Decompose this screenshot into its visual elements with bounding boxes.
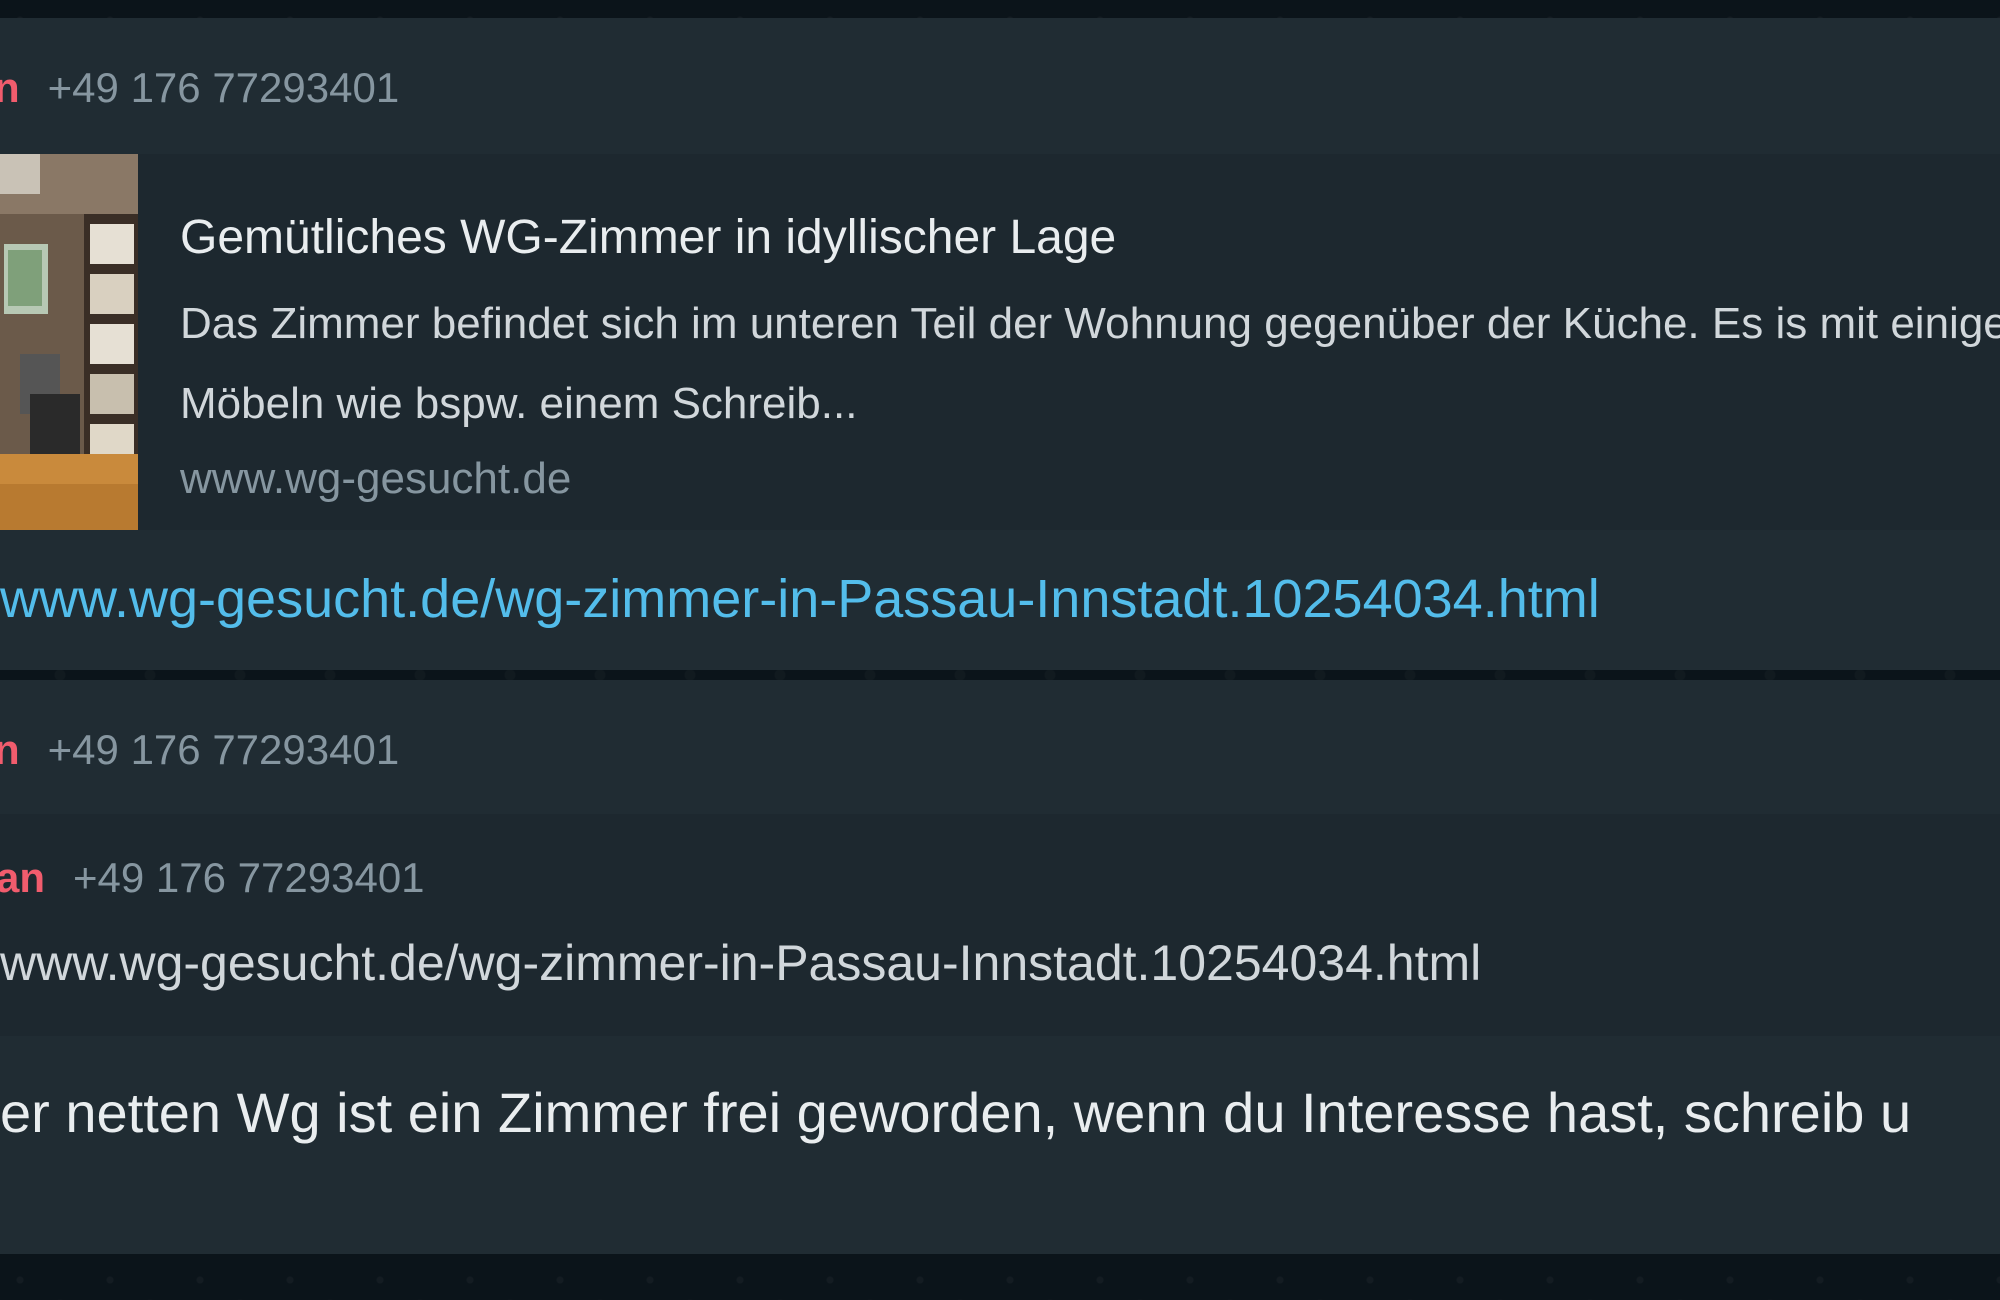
quoted-message[interactable]: an +49 176 77293401 www.wg-gesucht.de/wg…: [0, 814, 2000, 1036]
preview-title[interactable]: Gemütliches WG-Zimmer in idyllischer Lag…: [180, 210, 1116, 265]
sender-row: n +49 176 77293401: [0, 726, 399, 774]
room-photo-thumbnail[interactable]: [0, 154, 138, 530]
sender-name[interactable]: n: [0, 64, 20, 112]
sender-name[interactable]: n: [0, 726, 20, 774]
sender-phone[interactable]: +49 176 77293401: [48, 726, 400, 774]
quoted-sender-phone: +49 176 77293401: [73, 854, 425, 901]
sender-phone[interactable]: +49 176 77293401: [48, 64, 400, 112]
quoted-sender-row: an +49 176 77293401: [0, 854, 425, 902]
message-bubble[interactable]: n +49 176 77293401 Gemütliches WG-Zimmer…: [0, 18, 2000, 670]
quoted-text: www.wg-gesucht.de/wg-zimmer-in-Passau-In…: [0, 935, 1482, 991]
preview-description: Das Zimmer befindet sich im unteren Teil…: [180, 299, 2000, 428]
preview-domain: www.wg-gesucht.de: [180, 454, 572, 503]
message-text: er netten Wg ist ein Zimmer frei geworde…: [0, 1081, 1912, 1144]
room-photo-icon: [0, 154, 138, 530]
message-link[interactable]: www.wg-gesucht.de/wg-zimmer-in-Passau-In…: [0, 568, 1600, 630]
sender-row: n +49 176 77293401: [0, 64, 399, 112]
link-preview-card[interactable]: Gemütliches WG-Zimmer in idyllischer Lag…: [0, 154, 2000, 530]
message-bubble[interactable]: n +49 176 77293401 an +49 176 77293401 w…: [0, 680, 2000, 1254]
quoted-sender-name: an: [0, 854, 46, 901]
